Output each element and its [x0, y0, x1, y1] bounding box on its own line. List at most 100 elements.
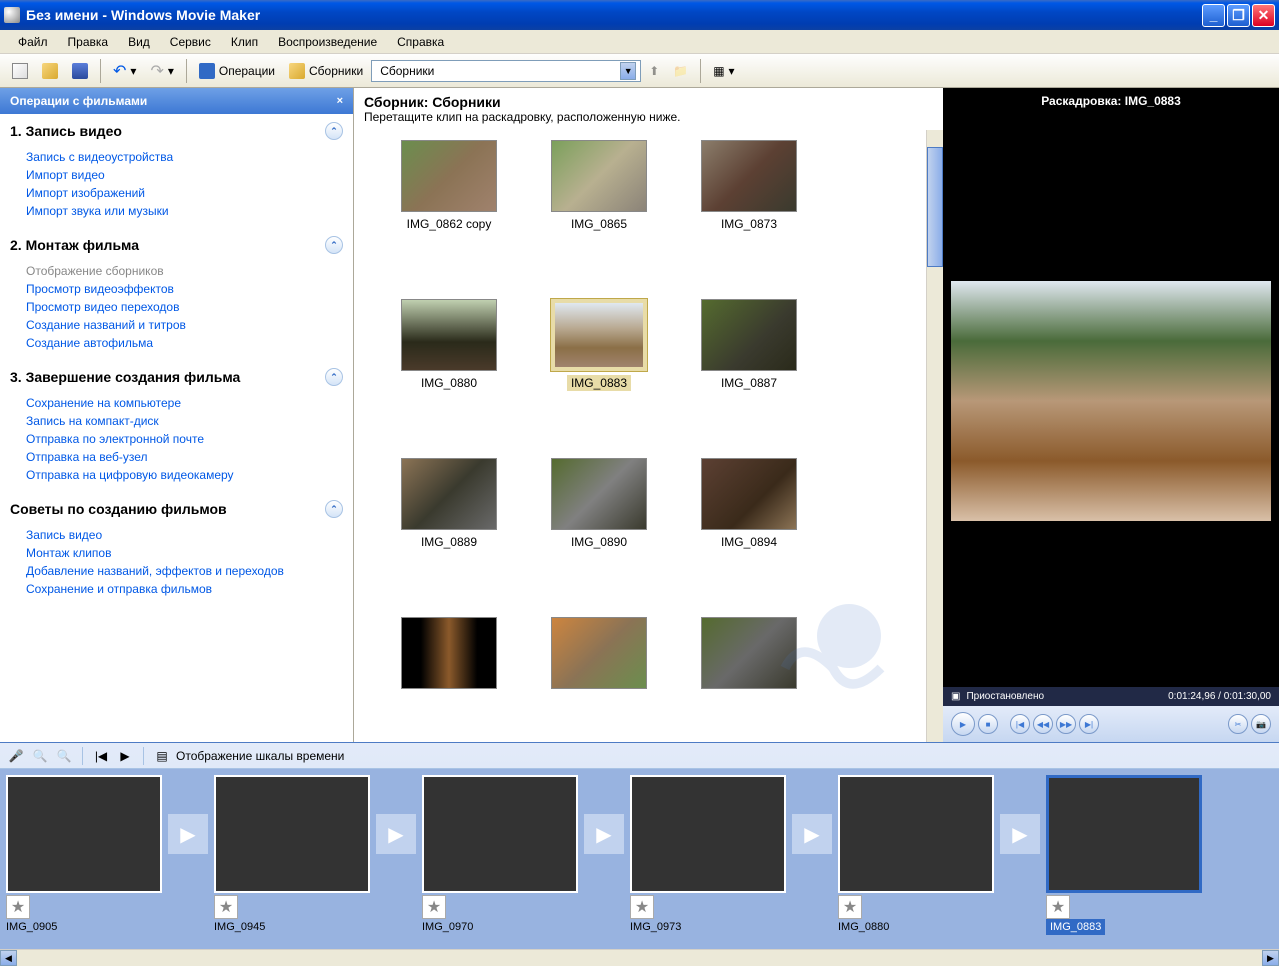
stop-button[interactable]: ■ [978, 714, 998, 734]
open-button[interactable] [36, 59, 64, 83]
link-send-email[interactable]: Отправка по электронной почте [26, 430, 343, 448]
vertical-scrollbar[interactable] [926, 130, 943, 742]
set-audio-button[interactable]: 🎤 [6, 746, 26, 766]
redo-button[interactable]: ↷ ▾ [144, 57, 179, 85]
storyboard-clip[interactable]: ★IMG_0883 [1046, 775, 1202, 935]
view-button[interactable]: ▦ ▾ [707, 60, 740, 82]
tasks-button[interactable]: Операции [193, 59, 281, 83]
next-button[interactable]: ▶| [1079, 714, 1099, 734]
thumbnail [701, 140, 797, 212]
collection-item[interactable] [374, 617, 524, 732]
link-video-effects[interactable]: Просмотр видеоэффектов [26, 280, 343, 298]
link-tip-titles[interactable]: Добавление названий, эффектов и переходо… [26, 562, 343, 580]
collapse-icon[interactable]: ⌃ [325, 368, 343, 386]
menu-help[interactable]: Справка [387, 32, 454, 52]
minimize-button[interactable]: _ [1202, 4, 1225, 27]
scroll-right-button[interactable]: ▶ [1262, 950, 1279, 966]
menu-service[interactable]: Сервис [160, 32, 221, 52]
transition-slot[interactable]: ▶ [584, 814, 624, 854]
transition-slot[interactable]: ▶ [1000, 814, 1040, 854]
thumbnail-label: IMG_0887 [717, 375, 781, 391]
menu-edit[interactable]: Правка [58, 32, 119, 52]
storyboard-clip[interactable]: ▶★IMG_0880 [838, 775, 1046, 935]
link-save-computer[interactable]: Сохранение на компьютере [26, 394, 343, 412]
collection-item[interactable]: IMG_0865 [524, 140, 674, 269]
menu-file[interactable]: Файл [8, 32, 58, 52]
menu-view[interactable]: Вид [118, 32, 160, 52]
storyboard-clip[interactable]: ▶★IMG_0945 [214, 775, 422, 935]
collapse-icon[interactable]: ⌃ [325, 122, 343, 140]
scroll-left-button[interactable]: ◀ [0, 950, 17, 966]
collection-item[interactable]: IMG_0880 [374, 299, 524, 428]
rewind-timeline-button[interactable]: |◀ [91, 746, 111, 766]
snapshot-button[interactable]: 📷 [1251, 714, 1271, 734]
collection-item[interactable] [524, 617, 674, 732]
transition-slot[interactable]: ▶ [792, 814, 832, 854]
link-titles[interactable]: Создание названий и титров [26, 316, 343, 334]
storyboard[interactable]: ▶★IMG_0905▶★IMG_0945▶★IMG_0970▶★IMG_0973… [0, 769, 1279, 949]
link-tip-capture[interactable]: Запись видео [26, 526, 343, 544]
link-tip-save[interactable]: Сохранение и отправка фильмов [26, 580, 343, 598]
collection-dropdown[interactable]: Сборники ▼ [371, 60, 641, 82]
main-area: Операции с фильмами × 1. Запись видео⌃ З… [0, 88, 1279, 742]
storyboard-clip[interactable]: ▶★IMG_0970 [422, 775, 630, 935]
link-import-video[interactable]: Импорт видео [26, 166, 343, 184]
new-folder-button[interactable]: 📁 [667, 60, 694, 82]
collection-item[interactable]: IMG_0889 [374, 458, 524, 587]
play-timeline-button[interactable]: ▶ [115, 746, 135, 766]
collection-item[interactable]: IMG_0873 [674, 140, 824, 269]
effect-slot[interactable]: ★ [838, 895, 862, 919]
zoom-out-button[interactable]: 🔍 [54, 746, 74, 766]
collapse-icon[interactable]: ⌃ [325, 500, 343, 518]
collapse-icon[interactable]: ⌃ [325, 236, 343, 254]
tasks-close-button[interactable]: × [337, 95, 343, 107]
menu-play[interactable]: Воспроизведение [268, 32, 387, 52]
collection-item[interactable]: IMG_0862 copy [374, 140, 524, 269]
effect-slot[interactable]: ★ [630, 895, 654, 919]
zoom-in-button[interactable]: 🔍 [30, 746, 50, 766]
undo-button[interactable]: ↶ ▾ [107, 57, 142, 85]
collection-item[interactable]: IMG_0890 [524, 458, 674, 587]
play-button[interactable]: ▶ [951, 712, 975, 736]
tasks-pane: Операции с фильмами × 1. Запись видео⌃ З… [0, 88, 354, 742]
scrollbar-thumb[interactable] [927, 147, 943, 267]
split-button[interactable]: ✂ [1228, 714, 1248, 734]
collections-button[interactable]: Сборники [283, 59, 369, 83]
effect-slot[interactable]: ★ [1046, 895, 1070, 919]
preview-controls: ▶ ■ |◀ ◀◀ ▶▶ ▶| ✂ 📷 [943, 706, 1279, 742]
horizontal-scrollbar[interactable]: ◀ ▶ [0, 949, 1279, 966]
save-button[interactable] [66, 59, 94, 83]
nav-up-button[interactable]: ⬆ [643, 60, 665, 82]
storyboard-clip[interactable]: ▶★IMG_0973 [630, 775, 838, 935]
collection-header: Сборник: Сборники Перетащите клип на рас… [354, 88, 943, 130]
prev-button[interactable]: |◀ [1010, 714, 1030, 734]
collection-item[interactable] [674, 617, 824, 732]
effect-slot[interactable]: ★ [422, 895, 446, 919]
link-send-web[interactable]: Отправка на веб-узел [26, 448, 343, 466]
link-automovie[interactable]: Создание автофильма [26, 334, 343, 352]
show-timeline-button[interactable]: Отображение шкалы времени [176, 749, 344, 763]
link-import-images[interactable]: Импорт изображений [26, 184, 343, 202]
menu-clip[interactable]: Клип [221, 32, 268, 52]
collection-item[interactable]: IMG_0883 [524, 299, 674, 428]
link-save-cd[interactable]: Запись на компакт-диск [26, 412, 343, 430]
rewind-button[interactable]: ◀◀ [1033, 714, 1053, 734]
effect-slot[interactable]: ★ [6, 895, 30, 919]
storyboard-clip[interactable]: ▶★IMG_0905 [6, 775, 214, 935]
link-tip-edit[interactable]: Монтаж клипов [26, 544, 343, 562]
scrollbar-track[interactable] [17, 950, 1262, 966]
collection-item[interactable]: IMG_0894 [674, 458, 824, 587]
link-import-audio[interactable]: Импорт звука или музыки [26, 202, 343, 220]
effect-slot[interactable]: ★ [214, 895, 238, 919]
link-send-dv[interactable]: Отправка на цифровую видеокамеру [26, 466, 343, 484]
link-show-collections[interactable]: Отображение сборников [26, 262, 343, 280]
link-video-transitions[interactable]: Просмотр видео переходов [26, 298, 343, 316]
new-button[interactable] [6, 59, 34, 83]
link-capture-device[interactable]: Запись с видеоустройства [26, 148, 343, 166]
transition-slot[interactable]: ▶ [168, 814, 208, 854]
maximize-button[interactable]: ❐ [1227, 4, 1250, 27]
collection-item[interactable]: IMG_0887 [674, 299, 824, 428]
forward-button[interactable]: ▶▶ [1056, 714, 1076, 734]
close-button[interactable]: ✕ [1252, 4, 1275, 27]
transition-slot[interactable]: ▶ [376, 814, 416, 854]
